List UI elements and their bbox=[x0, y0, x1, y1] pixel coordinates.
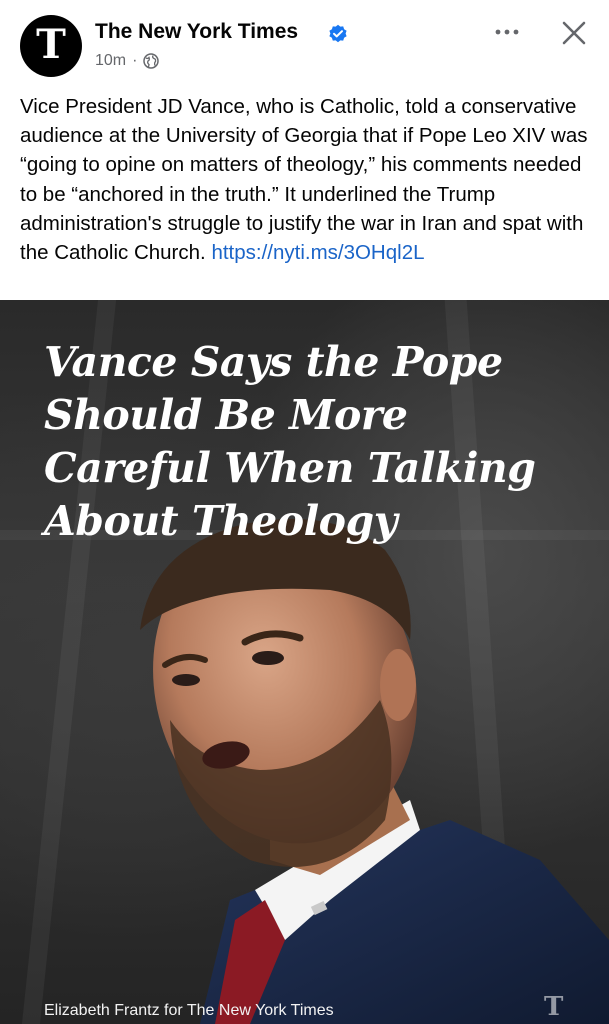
close-icon bbox=[562, 21, 586, 45]
facebook-post: T The New York Times 10m · Vice Presiden… bbox=[0, 0, 609, 1024]
timestamp[interactable]: 10m bbox=[95, 52, 126, 70]
post-text: Vice President JD Vance, who is Catholic… bbox=[20, 92, 595, 267]
article-link[interactable]: https://nyti.ms/3OHql2L bbox=[211, 241, 424, 264]
verified-badge-icon bbox=[329, 24, 347, 43]
more-options-icon bbox=[495, 29, 519, 35]
avatar[interactable]: T bbox=[20, 15, 82, 77]
nyt-watermark-icon: T bbox=[544, 992, 564, 1022]
post-header: T The New York Times 10m · bbox=[0, 0, 609, 90]
article-headline: Vance Says the Pope Should Be More Caref… bbox=[44, 338, 536, 545]
post-body: Vice President JD Vance, who is Catholic… bbox=[20, 95, 588, 265]
meta-separator: · bbox=[132, 52, 138, 69]
page-name[interactable]: The New York Times bbox=[95, 20, 298, 44]
post-meta: 10m · bbox=[95, 52, 160, 70]
article-image[interactable]: Vance Says the Pope Should Be More Caref… bbox=[0, 300, 609, 1024]
close-button[interactable] bbox=[558, 17, 590, 49]
more-options-button[interactable] bbox=[490, 22, 524, 42]
globe-icon bbox=[143, 53, 160, 69]
nyt-logo-icon: T bbox=[36, 21, 66, 68]
photo-credit: Elizabeth Frantz for The New York Times bbox=[44, 1002, 334, 1019]
